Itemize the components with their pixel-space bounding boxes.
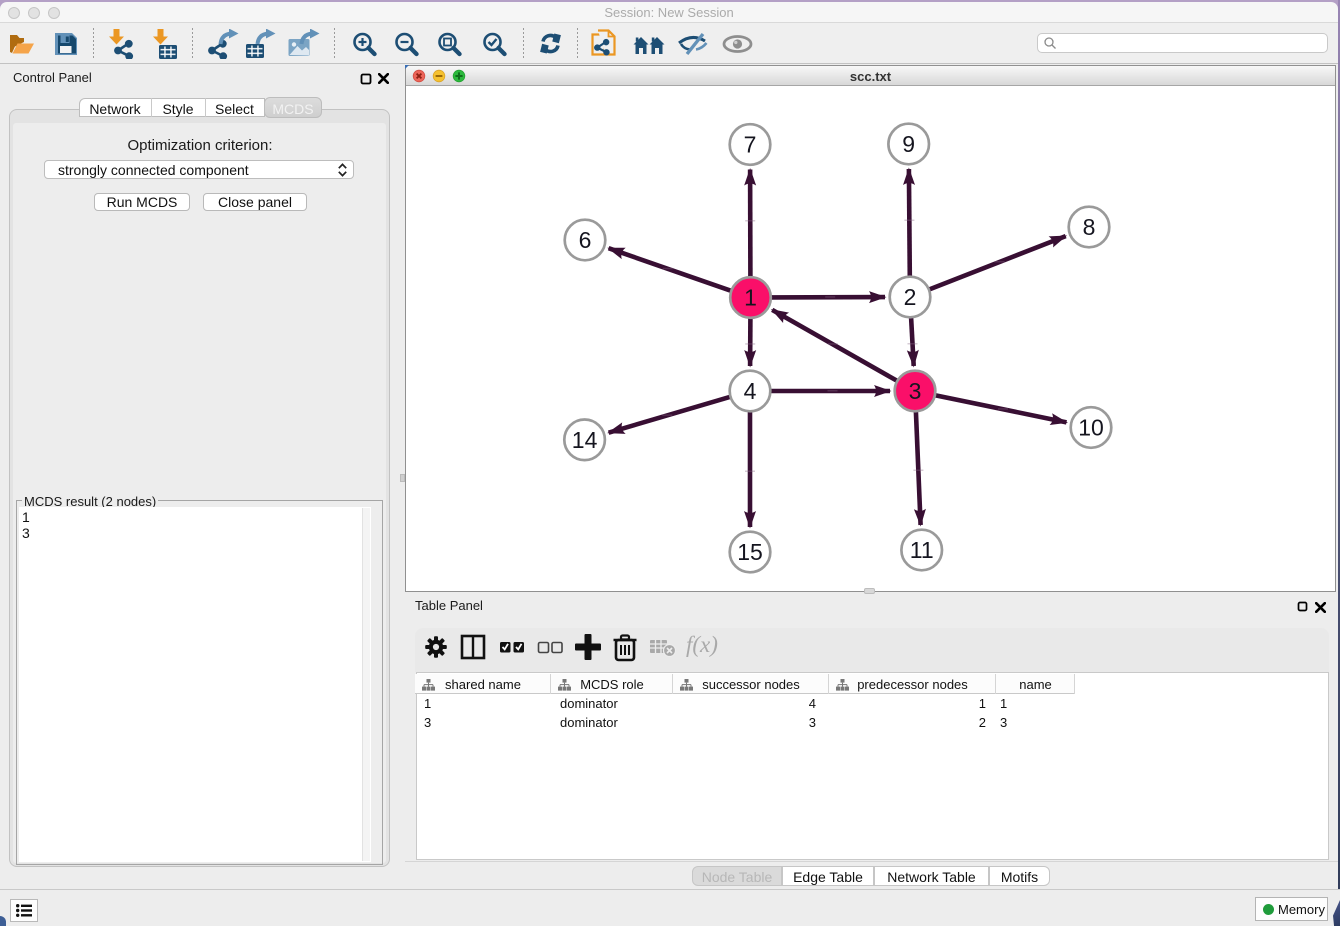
svg-text:15: 15 xyxy=(737,539,763,565)
svg-text:11: 11 xyxy=(910,537,934,563)
svg-text:10: 10 xyxy=(1078,415,1104,441)
svg-text:8: 8 xyxy=(1083,214,1096,240)
svg-text:14: 14 xyxy=(572,427,598,453)
svg-text:2: 2 xyxy=(904,284,917,310)
svg-text:7: 7 xyxy=(744,132,757,158)
svg-text:9: 9 xyxy=(902,131,915,157)
svg-text:6: 6 xyxy=(579,227,592,253)
svg-text:3: 3 xyxy=(909,378,922,404)
svg-text:4: 4 xyxy=(744,378,757,404)
svg-text:1: 1 xyxy=(744,285,757,311)
